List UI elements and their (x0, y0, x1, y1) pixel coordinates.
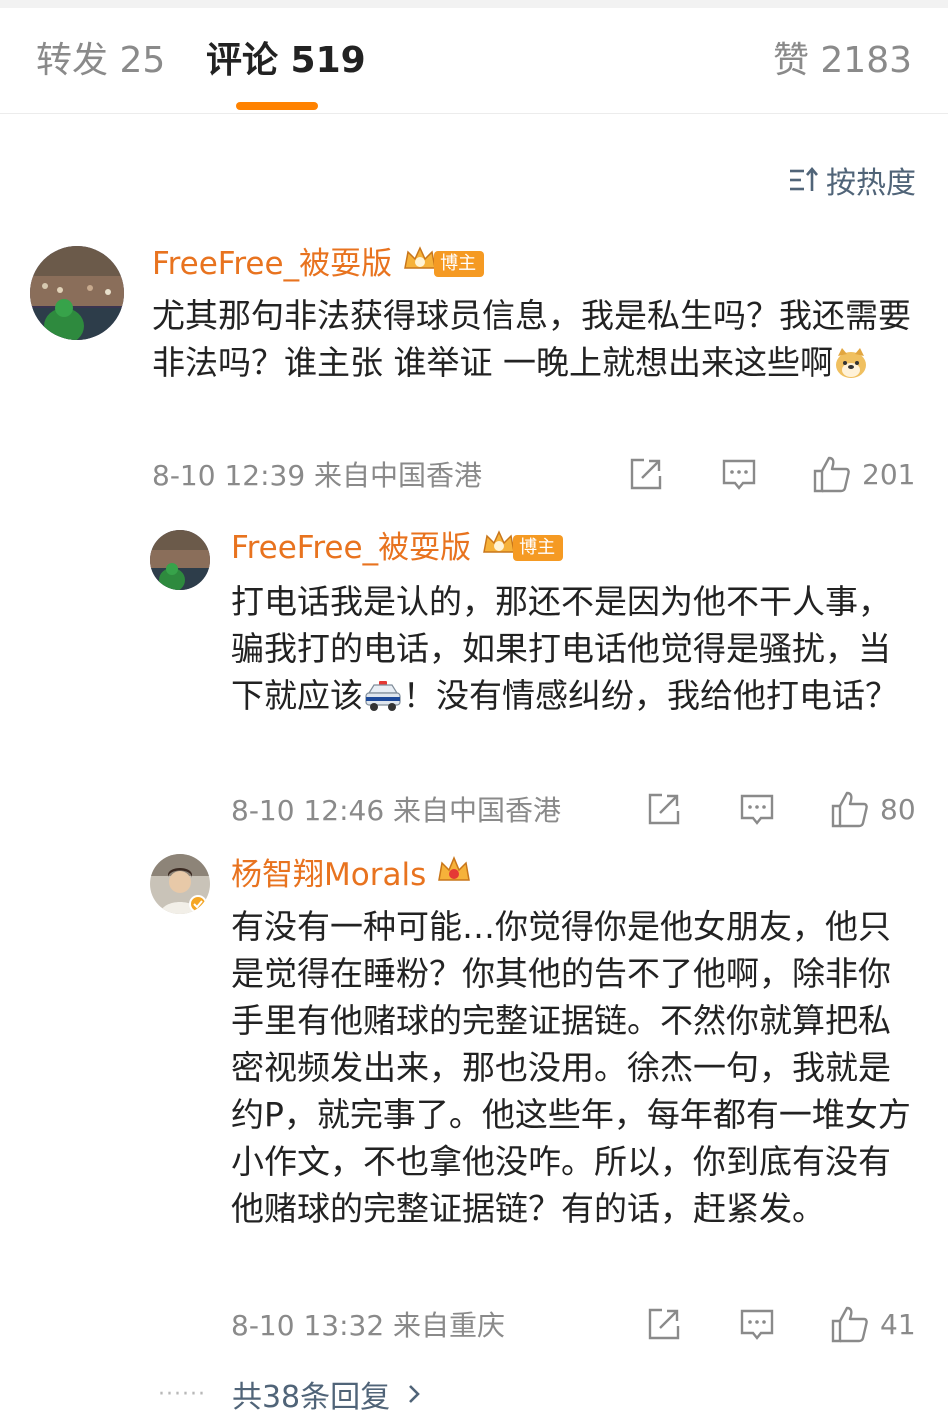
reply-body-part2: ！没有情感纠纷，我给他打电话？ (403, 676, 898, 715)
active-tab-indicator (236, 102, 318, 110)
thumbs-up-icon (813, 456, 850, 493)
chevron-right-icon (409, 1385, 420, 1403)
comment-icon (722, 459, 756, 490)
share-icon (630, 458, 662, 490)
crown-icon (436, 854, 472, 896)
thumbs-up-icon (831, 1306, 868, 1343)
blogger-badge: 博主 (513, 535, 564, 561)
sort-icon (790, 166, 818, 191)
reply-username[interactable]: 杨智翔Morals (231, 854, 472, 896)
avatar[interactable] (30, 246, 124, 340)
comment-username[interactable]: FreeFree_被耍版 博主 (152, 244, 485, 284)
like-button[interactable]: 80 (830, 789, 916, 829)
username-text: FreeFree_被耍版 (231, 530, 472, 566)
top-divider (0, 0, 948, 8)
like-count: 201 (862, 457, 916, 491)
reply-meta: 8-10 13:32 来自重庆 (231, 1309, 506, 1342)
share-icon (648, 793, 680, 825)
crown-icon (402, 244, 438, 284)
comment-text: 尤其那句非法获得球员信息，我是私生吗？我还需要非法吗？谁主张 谁举证 一晚上就想… (152, 292, 922, 392)
reply-username[interactable]: FreeFree_被耍版 博主 (231, 528, 564, 568)
comment-icon (740, 1309, 774, 1340)
share-button[interactable] (628, 456, 664, 492)
reply-button[interactable] (739, 791, 775, 827)
comment-icon (740, 794, 774, 825)
reply-button[interactable] (739, 1306, 775, 1342)
reply-text: 有没有一种可能…你觉得你是他女朋友，他只是觉得在睡粉？你其他的告不了他啊，除非你… (231, 907, 911, 1228)
username-text: FreeFree_被耍版 (152, 246, 393, 282)
comment-meta: 8-10 12:39 来自中国香港 (152, 459, 483, 492)
tab-bar: 转发 25 评论 519 赞 2183 (0, 8, 948, 114)
tab-repost[interactable]: 转发 25 (36, 38, 165, 84)
tab-comment[interactable]: 评论 519 (206, 38, 366, 84)
police-car-emoji (363, 678, 403, 725)
thumbs-up-icon (831, 791, 868, 828)
doge-emoji (833, 345, 869, 392)
blogger-badge: 博主 (434, 251, 485, 277)
crown-icon (481, 528, 517, 568)
username-text: 杨智翔Morals (231, 857, 427, 893)
more-replies-link[interactable]: ······ 共38条回复 (158, 1372, 424, 1414)
avatar[interactable] (150, 530, 210, 590)
avatar[interactable] (150, 854, 210, 914)
reply-meta: 8-10 12:46 来自中国香港 (231, 794, 562, 827)
more-replies-label: 共38条回复 (231, 1380, 391, 1414)
sort-label: 按热度 (826, 166, 916, 201)
like-button[interactable]: 41 (830, 1304, 916, 1344)
share-button[interactable] (646, 1306, 682, 1342)
like-button[interactable]: 201 (812, 454, 915, 494)
share-button[interactable] (646, 791, 682, 827)
tab-like[interactable]: 赞 2183 (773, 38, 912, 84)
share-icon (648, 1308, 680, 1340)
reply-text: 打电话我是认的，那还不是因为他不干人事，骗我打的电话，如果打电话他觉得是骚扰，当… (231, 578, 911, 725)
comment-body: 尤其那句非法获得球员信息，我是私生吗？我还需要非法吗？谁主张 谁举证 一晚上就想… (152, 296, 911, 382)
reply-button[interactable] (721, 456, 757, 492)
sort-button[interactable]: 按热度 (788, 160, 916, 201)
like-count: 41 (880, 1307, 916, 1341)
dots-divider: ······ (158, 1381, 206, 1407)
like-count: 80 (880, 792, 916, 826)
